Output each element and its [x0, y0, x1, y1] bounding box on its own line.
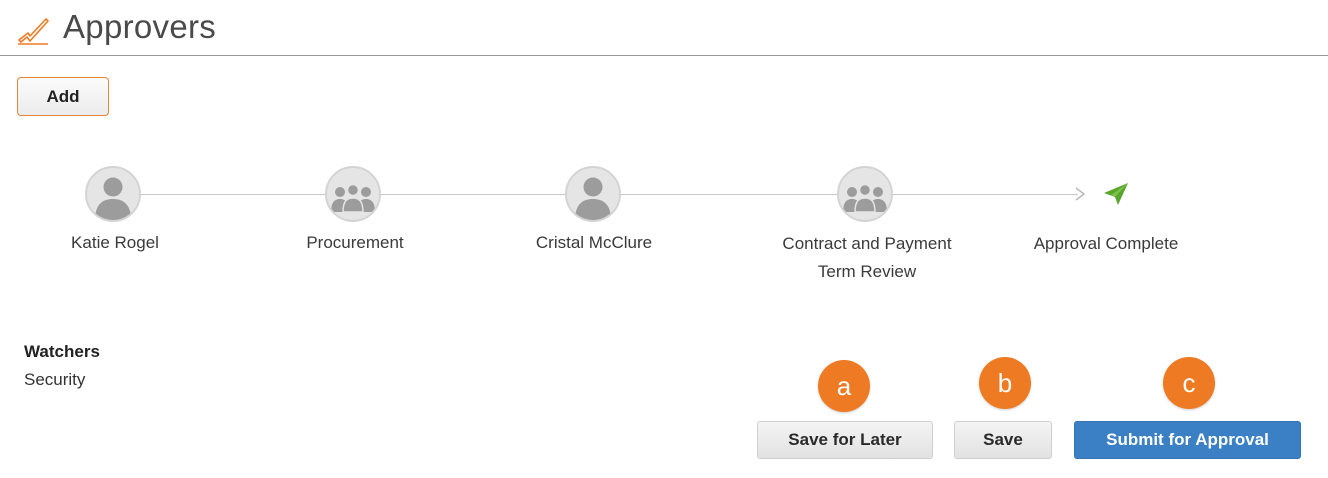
- watchers-heading: Watchers: [24, 342, 100, 361]
- callout-badge-a: a: [818, 360, 870, 412]
- page-title: Approvers: [63, 8, 217, 45]
- flow-step-label-line: Term Review: [817, 262, 917, 281]
- user-icon: [95, 177, 131, 220]
- header-divider: [0, 55, 1328, 56]
- approval-check-icon: [18, 18, 49, 45]
- flow-connector: [140, 194, 326, 195]
- user-icon: [575, 177, 611, 220]
- group-icon: [331, 183, 375, 213]
- flow-step-label: Contract and Payment Term Review: [757, 230, 977, 286]
- flow-connector: [620, 194, 838, 195]
- flow-step-label: Procurement: [306, 233, 404, 252]
- arrow-right-icon: [1075, 187, 1086, 201]
- section-header: Approvers: [0, 0, 1328, 56]
- add-approver-button[interactable]: Add: [17, 77, 109, 116]
- submit-for-approval-button[interactable]: Submit for Approval: [1074, 421, 1301, 459]
- save-for-later-button[interactable]: Save for Later: [757, 421, 933, 459]
- callout-badge-b: b: [979, 357, 1031, 409]
- callout-badge-c: c: [1163, 357, 1215, 409]
- flow-step-contract-review[interactable]: [837, 166, 893, 222]
- paper-plane-icon: [1104, 183, 1128, 205]
- flow-step-label: Katie Rogel: [71, 233, 159, 252]
- watcher-item: Security: [24, 370, 86, 389]
- flow-step-label: Cristal McClure: [535, 233, 653, 252]
- flow-step-label-line: Contract and Payment: [782, 234, 952, 253]
- flow-step-procurement[interactable]: [325, 166, 381, 222]
- flow-step-katie-rogel[interactable]: [85, 166, 141, 222]
- flow-connector: [380, 194, 566, 195]
- group-icon: [843, 183, 887, 213]
- save-button[interactable]: Save: [954, 421, 1052, 459]
- flow-connector: [892, 194, 1078, 195]
- flow-step-cristal-mcclure[interactable]: [565, 166, 621, 222]
- flow-final-label: Approval Complete: [1033, 234, 1179, 253]
